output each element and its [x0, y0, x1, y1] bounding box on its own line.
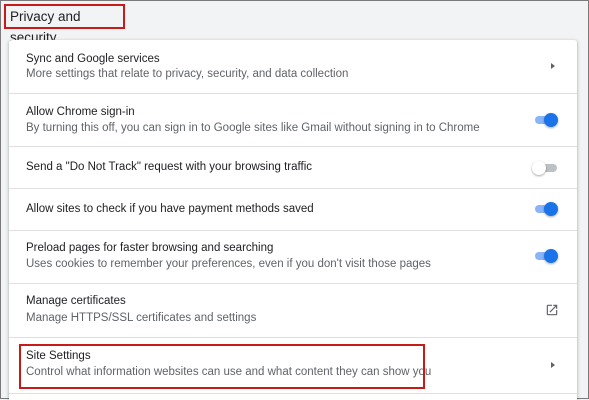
payment-methods-toggle[interactable] [532, 202, 558, 216]
external-link-icon[interactable] [545, 303, 559, 317]
allow-chrome-sign-in-row: Allow Chrome sign-in By turning this off… [9, 94, 577, 146]
chevron-right-icon[interactable] [551, 362, 555, 368]
section-title-privacy-and-security: Privacy and security [4, 4, 125, 45]
chevron-right-icon[interactable] [551, 63, 555, 69]
do-not-track-row: Send a "Do Not Track" request with your … [9, 147, 577, 188]
preload-pages-row: Preload pages for faster browsing and se… [9, 231, 577, 283]
row-subtitle: Manage HTTPS/SSL certificates and settin… [26, 312, 257, 324]
row-title: Manage certificates [26, 295, 126, 307]
row-title: Sync and Google services [26, 53, 160, 65]
preload-pages-toggle[interactable] [532, 249, 558, 263]
divider [9, 393, 577, 394]
do-not-track-toggle[interactable] [532, 161, 558, 175]
row-subtitle: By turning this off, you can sign in to … [26, 122, 480, 134]
allow-chrome-sign-in-toggle[interactable] [532, 113, 558, 127]
site-settings-highlight-box [19, 344, 425, 389]
manage-certificates-row[interactable]: Manage certificates Manage HTTPS/SSL cer… [9, 284, 577, 337]
sync-and-google-services-row[interactable]: Sync and Google services More settings t… [9, 40, 577, 93]
row-subtitle: More settings that relate to privacy, se… [26, 68, 349, 80]
payment-methods-row: Allow sites to check if you have payment… [9, 189, 577, 230]
row-title: Preload pages for faster browsing and se… [26, 242, 274, 254]
row-title: Send a "Do Not Track" request with your … [26, 161, 312, 173]
row-subtitle: Uses cookies to remember your preference… [26, 258, 431, 270]
row-title: Allow Chrome sign-in [26, 106, 135, 118]
row-title: Allow sites to check if you have payment… [26, 203, 314, 215]
